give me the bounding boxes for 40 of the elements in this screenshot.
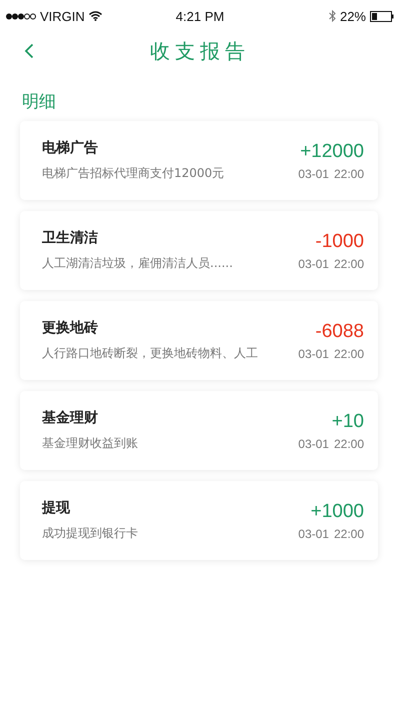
record-title: 更换地砖 — [42, 319, 99, 337]
record-description: 人行路口地砖断裂，更换地砖物料、人工 — [42, 345, 258, 362]
record-time: 22:00 — [334, 526, 364, 540]
back-icon — [24, 43, 34, 59]
record-date: 03-01 — [298, 436, 329, 450]
page-title: 收支报告 — [150, 38, 250, 62]
record-title: 提现 — [42, 499, 71, 517]
signal-icon — [6, 12, 36, 20]
wifi-icon — [88, 11, 102, 21]
record-amount: -6088 — [315, 320, 364, 342]
record-card[interactable]: 卫生清洁 人工湖清洁垃圾，雇佣清洁人员...... -1000 03-01 22:00 — [20, 211, 378, 290]
record-amount: -1000 — [315, 230, 364, 252]
battery-icon — [370, 10, 394, 22]
record-amount: +12000 — [300, 140, 364, 162]
record-card[interactable]: 更换地砖 人行路口地砖断裂，更换地砖物料、人工 -6088 03-01 22:00 — [20, 301, 378, 380]
record-date: 03-01 — [298, 256, 329, 270]
record-card[interactable]: 提现 成功提现到银行卡 +1000 03-01 22:00 — [20, 481, 378, 560]
record-description: 电梯广告招标代理商支付12000元 — [42, 165, 224, 182]
record-date: 03-01 — [298, 526, 329, 540]
record-time: 22:00 — [334, 256, 364, 270]
record-time: 22:00 — [334, 346, 364, 360]
record-date: 03-01 — [298, 346, 329, 360]
record-description: 人工湖清洁垃圾，雇佣清洁人员...... — [42, 255, 233, 272]
record-title: 基金理财 — [42, 409, 99, 427]
record-amount: +10 — [332, 410, 364, 432]
clock-time: 4:21 PM — [176, 8, 224, 24]
carrier-name: VIRGIN — [40, 8, 85, 24]
record-description: 基金理财收益到账 — [42, 435, 138, 452]
record-time: 22:00 — [334, 166, 364, 180]
section-title: 明细 — [22, 92, 56, 112]
battery-percentage: 22% — [340, 8, 366, 24]
record-card[interactable]: 基金理财 基金理财收益到账 +10 03-01 22:00 — [20, 391, 378, 470]
bluetooth-icon — [328, 10, 336, 22]
record-amount: +1000 — [310, 500, 364, 522]
record-title: 卫生清洁 — [42, 229, 99, 247]
record-title: 电梯广告 — [42, 139, 99, 157]
record-card[interactable]: 电梯广告 电梯广告招标代理商支付12000元 +12000 03-01 22:00 — [20, 121, 378, 200]
record-description: 成功提现到银行卡 — [42, 525, 138, 542]
record-time: 22:00 — [334, 436, 364, 450]
record-date: 03-01 — [298, 166, 329, 180]
